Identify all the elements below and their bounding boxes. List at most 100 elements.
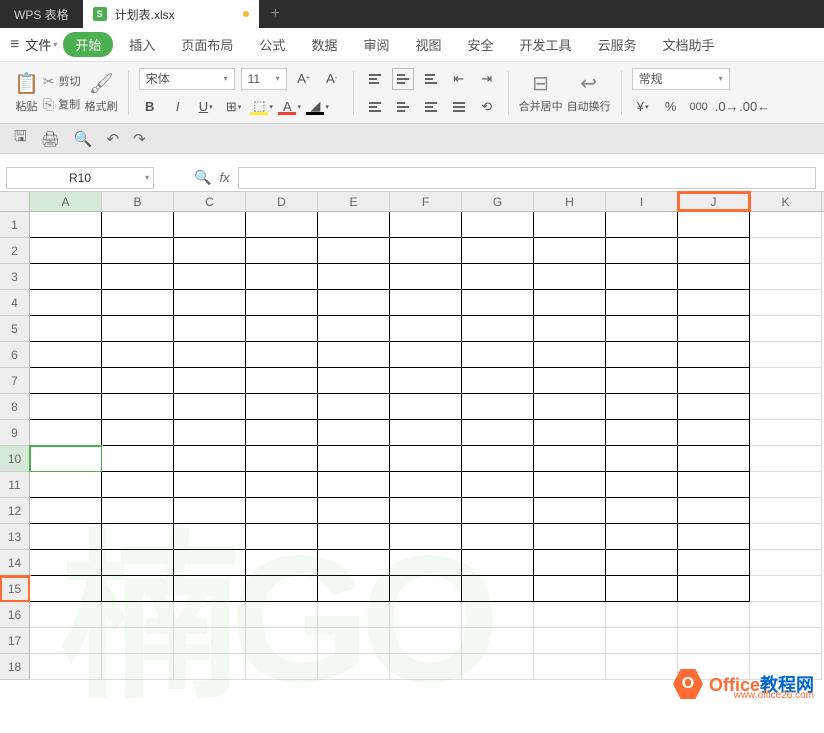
cell-G15[interactable] xyxy=(462,576,534,602)
row-header-9[interactable]: 9 xyxy=(0,420,30,446)
cell-C16[interactable] xyxy=(174,602,246,628)
cell-I8[interactable] xyxy=(606,394,678,420)
cell-A16[interactable] xyxy=(30,602,102,628)
cell-H17[interactable] xyxy=(534,628,606,654)
cell-C10[interactable] xyxy=(174,446,246,472)
cell-J3[interactable] xyxy=(678,264,750,290)
cell-B1[interactable] xyxy=(102,212,174,238)
copy-button[interactable]: ⎘复制 xyxy=(43,96,81,113)
cell-E15[interactable] xyxy=(318,576,390,602)
cell-J11[interactable] xyxy=(678,472,750,498)
merge-center-button[interactable]: ⊟ 合并居中 xyxy=(519,71,563,114)
cell-G1[interactable] xyxy=(462,212,534,238)
cell-K6[interactable] xyxy=(750,342,822,368)
cell-I18[interactable] xyxy=(606,654,678,680)
cell-J6[interactable] xyxy=(678,342,750,368)
cell-F1[interactable] xyxy=(390,212,462,238)
cell-E4[interactable] xyxy=(318,290,390,316)
cell-A13[interactable] xyxy=(30,524,102,550)
cell-G2[interactable] xyxy=(462,238,534,264)
cell-E10[interactable] xyxy=(318,446,390,472)
tab-doc-helper[interactable]: 文档助手 xyxy=(653,35,725,54)
cell-F2[interactable] xyxy=(390,238,462,264)
print-icon[interactable]: 🖨 xyxy=(41,130,60,148)
tab-insert[interactable]: 插入 xyxy=(119,35,165,54)
cell-K2[interactable] xyxy=(750,238,822,264)
cell-K12[interactable] xyxy=(750,498,822,524)
row-header-7[interactable]: 7 xyxy=(0,368,30,394)
cell-H16[interactable] xyxy=(534,602,606,628)
name-box[interactable]: R10 ▾ xyxy=(6,167,154,189)
decrease-decimal-button[interactable]: .00← xyxy=(744,96,766,118)
cell-G18[interactable] xyxy=(462,654,534,680)
cell-A7[interactable] xyxy=(30,368,102,394)
column-header-K[interactable]: K xyxy=(750,192,822,211)
cell-J1[interactable] xyxy=(678,212,750,238)
cell-K15[interactable] xyxy=(750,576,822,602)
cell-F3[interactable] xyxy=(390,264,462,290)
cell-F5[interactable] xyxy=(390,316,462,342)
cell-C8[interactable] xyxy=(174,394,246,420)
cell-A6[interactable] xyxy=(30,342,102,368)
cell-E18[interactable] xyxy=(318,654,390,680)
cell-B17[interactable] xyxy=(102,628,174,654)
formula-input[interactable] xyxy=(238,167,816,189)
cell-E7[interactable] xyxy=(318,368,390,394)
cell-E11[interactable] xyxy=(318,472,390,498)
cell-H14[interactable] xyxy=(534,550,606,576)
cell-D12[interactable] xyxy=(246,498,318,524)
cell-E2[interactable] xyxy=(318,238,390,264)
percent-button[interactable]: % xyxy=(660,96,682,118)
format-painter-button[interactable]: 🖌 格式刷 xyxy=(85,71,118,114)
cell-A18[interactable] xyxy=(30,654,102,680)
row-header-5[interactable]: 5 xyxy=(0,316,30,342)
cell-J5[interactable] xyxy=(678,316,750,342)
cell-I11[interactable] xyxy=(606,472,678,498)
cell-E9[interactable] xyxy=(318,420,390,446)
cell-K8[interactable] xyxy=(750,394,822,420)
cell-D16[interactable] xyxy=(246,602,318,628)
cell-B3[interactable] xyxy=(102,264,174,290)
cell-I9[interactable] xyxy=(606,420,678,446)
insert-function-icon[interactable]: 🔍 xyxy=(194,169,211,186)
cell-A17[interactable] xyxy=(30,628,102,654)
cell-C3[interactable] xyxy=(174,264,246,290)
tab-security[interactable]: 安全 xyxy=(457,35,503,54)
cell-C6[interactable] xyxy=(174,342,246,368)
cell-F10[interactable] xyxy=(390,446,462,472)
cell-H6[interactable] xyxy=(534,342,606,368)
cell-J4[interactable] xyxy=(678,290,750,316)
cell-I12[interactable] xyxy=(606,498,678,524)
wrap-text-button[interactable]: ↩ 自动换行 xyxy=(567,71,611,114)
cell-K3[interactable] xyxy=(750,264,822,290)
cell-J7[interactable] xyxy=(678,368,750,394)
cell-G5[interactable] xyxy=(462,316,534,342)
increase-font-button[interactable]: A+ xyxy=(293,68,315,90)
cell-C1[interactable] xyxy=(174,212,246,238)
document-tab[interactable]: S 计划表.xlsx xyxy=(83,0,259,28)
cell-F7[interactable] xyxy=(390,368,462,394)
paste-button[interactable]: 📋 粘贴 xyxy=(14,71,39,114)
cell-G12[interactable] xyxy=(462,498,534,524)
cell-A10[interactable] xyxy=(30,446,102,472)
comma-button[interactable]: 000 xyxy=(688,96,710,118)
column-header-D[interactable]: D xyxy=(246,192,318,211)
align-center-button[interactable] xyxy=(392,96,414,118)
cell-B11[interactable] xyxy=(102,472,174,498)
row-header-16[interactable]: 16 xyxy=(0,602,30,628)
cell-J13[interactable] xyxy=(678,524,750,550)
align-bottom-button[interactable] xyxy=(420,68,442,90)
cell-B5[interactable] xyxy=(102,316,174,342)
cell-K5[interactable] xyxy=(750,316,822,342)
row-header-4[interactable]: 4 xyxy=(0,290,30,316)
cell-K10[interactable] xyxy=(750,446,822,472)
cell-H9[interactable] xyxy=(534,420,606,446)
number-format-select[interactable]: 常规▾ xyxy=(632,68,730,90)
cell-J9[interactable] xyxy=(678,420,750,446)
cell-F14[interactable] xyxy=(390,550,462,576)
cell-J15[interactable] xyxy=(678,576,750,602)
cell-D17[interactable] xyxy=(246,628,318,654)
cell-H4[interactable] xyxy=(534,290,606,316)
redo-icon[interactable]: ↷ xyxy=(133,130,146,148)
cell-J14[interactable] xyxy=(678,550,750,576)
